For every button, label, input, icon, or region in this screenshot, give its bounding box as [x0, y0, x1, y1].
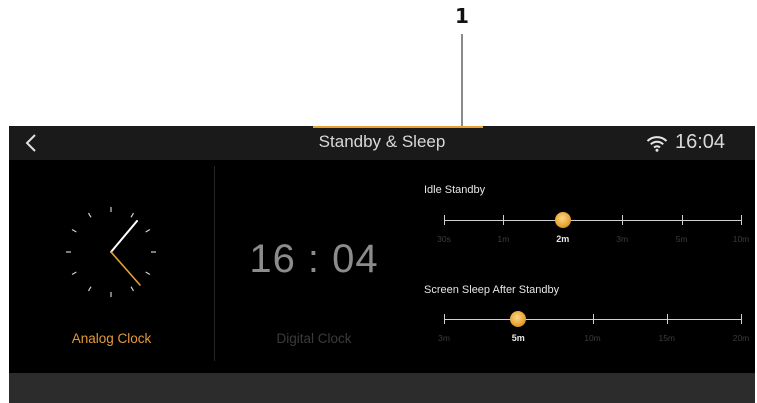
slider-tick: [741, 314, 742, 324]
analog-clock-icon: [66, 207, 156, 297]
idle-standby-label: Idle Standby: [424, 184, 486, 196]
analog-clock-label: Analog Clock: [71, 331, 152, 346]
slider-thumb[interactable]: [510, 311, 527, 327]
slider-option-label[interactable]: 30s: [424, 234, 464, 244]
slider-option-label[interactable]: 15m: [647, 333, 687, 343]
slider-tick: [503, 215, 505, 225]
slider-option-label[interactable]: 5m: [498, 333, 538, 343]
slider-thumb[interactable]: [554, 212, 571, 228]
slider-tick: [741, 215, 742, 225]
slider-option-label[interactable]: 2m: [543, 234, 583, 244]
slider-tick: [622, 215, 624, 225]
bottom-bar: [9, 373, 755, 403]
slider-option-label[interactable]: 5m: [662, 234, 702, 244]
clock-hour-mark: [130, 212, 135, 218]
callout-number: 1: [455, 4, 469, 28]
clock-hour-mark: [87, 286, 92, 292]
clock-minute-hand: [110, 251, 141, 286]
clock-hour-mark: [87, 212, 92, 218]
clock-hour-mark: [71, 228, 77, 233]
slider-tick: [681, 215, 683, 225]
slider-option-label[interactable]: 10m: [573, 333, 613, 343]
analog-clock-option[interactable]: Analog Clock: [9, 160, 214, 373]
slider-option-label[interactable]: 20m: [721, 333, 755, 343]
slider-option-label[interactable]: 10m: [721, 234, 755, 244]
idle-standby-slider[interactable]: 30s 1m 2m 3m 5m 10m: [437, 210, 749, 244]
sleep-settings: Idle Standby 30s 1m 2m 3m 5m 10m Screen Sleep…: [419, 160, 755, 373]
slider-option-label[interactable]: 3m: [424, 333, 464, 343]
slider-tick: [444, 215, 445, 225]
digital-clock-preview: 16 : 04: [249, 237, 379, 281]
standby-settings-content: Analog Clock 16 : 04 Digital Clock Idle …: [9, 160, 755, 373]
clock-hour-mark: [130, 286, 135, 292]
page-title: Standby & Sleep: [318, 132, 446, 151]
status-time: 16:04: [675, 131, 726, 153]
screen-sleep-label: Screen Sleep After Standby: [424, 284, 560, 296]
clock-hour-mark: [145, 228, 151, 233]
slider-tick: [444, 314, 445, 324]
clock-hour-hand: [110, 220, 138, 253]
digital-clock-label: Digital Clock: [276, 331, 352, 346]
wifi-icon: [646, 136, 668, 152]
slider-tick: [666, 314, 668, 324]
slider-option-label[interactable]: 1m: [483, 234, 523, 244]
head-unit-screen: Standby & Sleep 16:04 Analog Clock 16 : …: [9, 126, 755, 403]
slider-option-label[interactable]: 3m: [602, 234, 642, 244]
screen-sleep-slider[interactable]: 3m 5m 10m 15m 20m: [438, 309, 749, 343]
title-indicator: [313, 126, 483, 128]
digital-clock-option[interactable]: 16 : 04 Digital Clock: [214, 160, 414, 373]
clock-hour-mark: [71, 271, 77, 276]
slider-tick: [592, 314, 594, 324]
slider-track: [444, 220, 741, 221]
top-bar: Standby & Sleep 16:04: [9, 126, 755, 160]
clock-hour-mark: [145, 271, 151, 276]
